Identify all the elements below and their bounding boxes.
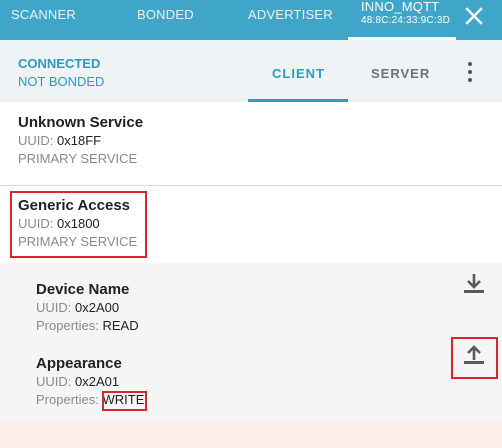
characteristic-uuid: UUID: 0x2A00 <box>36 300 120 315</box>
more-options-icon[interactable] <box>464 62 476 82</box>
client-tab-indicator <box>248 99 348 102</box>
download-icon[interactable] <box>461 271 487 297</box>
characteristic-uuid: UUID: 0x2A01 <box>36 374 120 389</box>
highlight-box <box>451 337 498 379</box>
tab-advertiser[interactable]: ADVERTISER <box>248 0 333 40</box>
tab-device-connection[interactable]: INNO_MQTT 48:8C:24:33:9C:3D <box>348 0 456 40</box>
service-uuid: UUID: 0x18FF <box>18 133 102 148</box>
service-item[interactable]: Unknown Service UUID: 0x18FF PRIMARY SER… <box>18 114 143 168</box>
highlight-box <box>102 391 147 411</box>
characteristic-item[interactable]: Device Name UUID: 0x2A00 Properties: REA… <box>36 281 139 335</box>
characteristic-name: Device Name <box>36 281 130 298</box>
tab-server[interactable]: SERVER <box>371 66 430 81</box>
service-name: Unknown Service <box>18 114 144 131</box>
characteristic-name: Appearance <box>36 355 122 372</box>
tab-scanner[interactable]: SCANNER <box>11 0 76 40</box>
characteristic-properties: Properties: READ <box>36 318 139 333</box>
highlight-box <box>10 191 147 258</box>
tab-bonded[interactable]: BONDED <box>137 0 194 40</box>
connection-header: CONNECTED NOT BONDED CLIENT SERVER <box>0 40 502 102</box>
close-icon[interactable] <box>462 4 486 28</box>
device-address: 48:8C:24:33:9C:3D <box>361 15 451 26</box>
device-name: INNO_MQTT <box>361 0 440 14</box>
bond-status: NOT BONDED <box>18 74 105 89</box>
top-tab-bar: SCANNER BONDED ADVERTISER INNO_MQTT 48:8… <box>0 0 502 40</box>
bottom-area <box>0 422 502 448</box>
service-type: PRIMARY SERVICE <box>18 151 138 166</box>
tab-client[interactable]: CLIENT <box>272 66 325 81</box>
connection-status: CONNECTED <box>18 56 101 71</box>
divider <box>0 185 502 186</box>
